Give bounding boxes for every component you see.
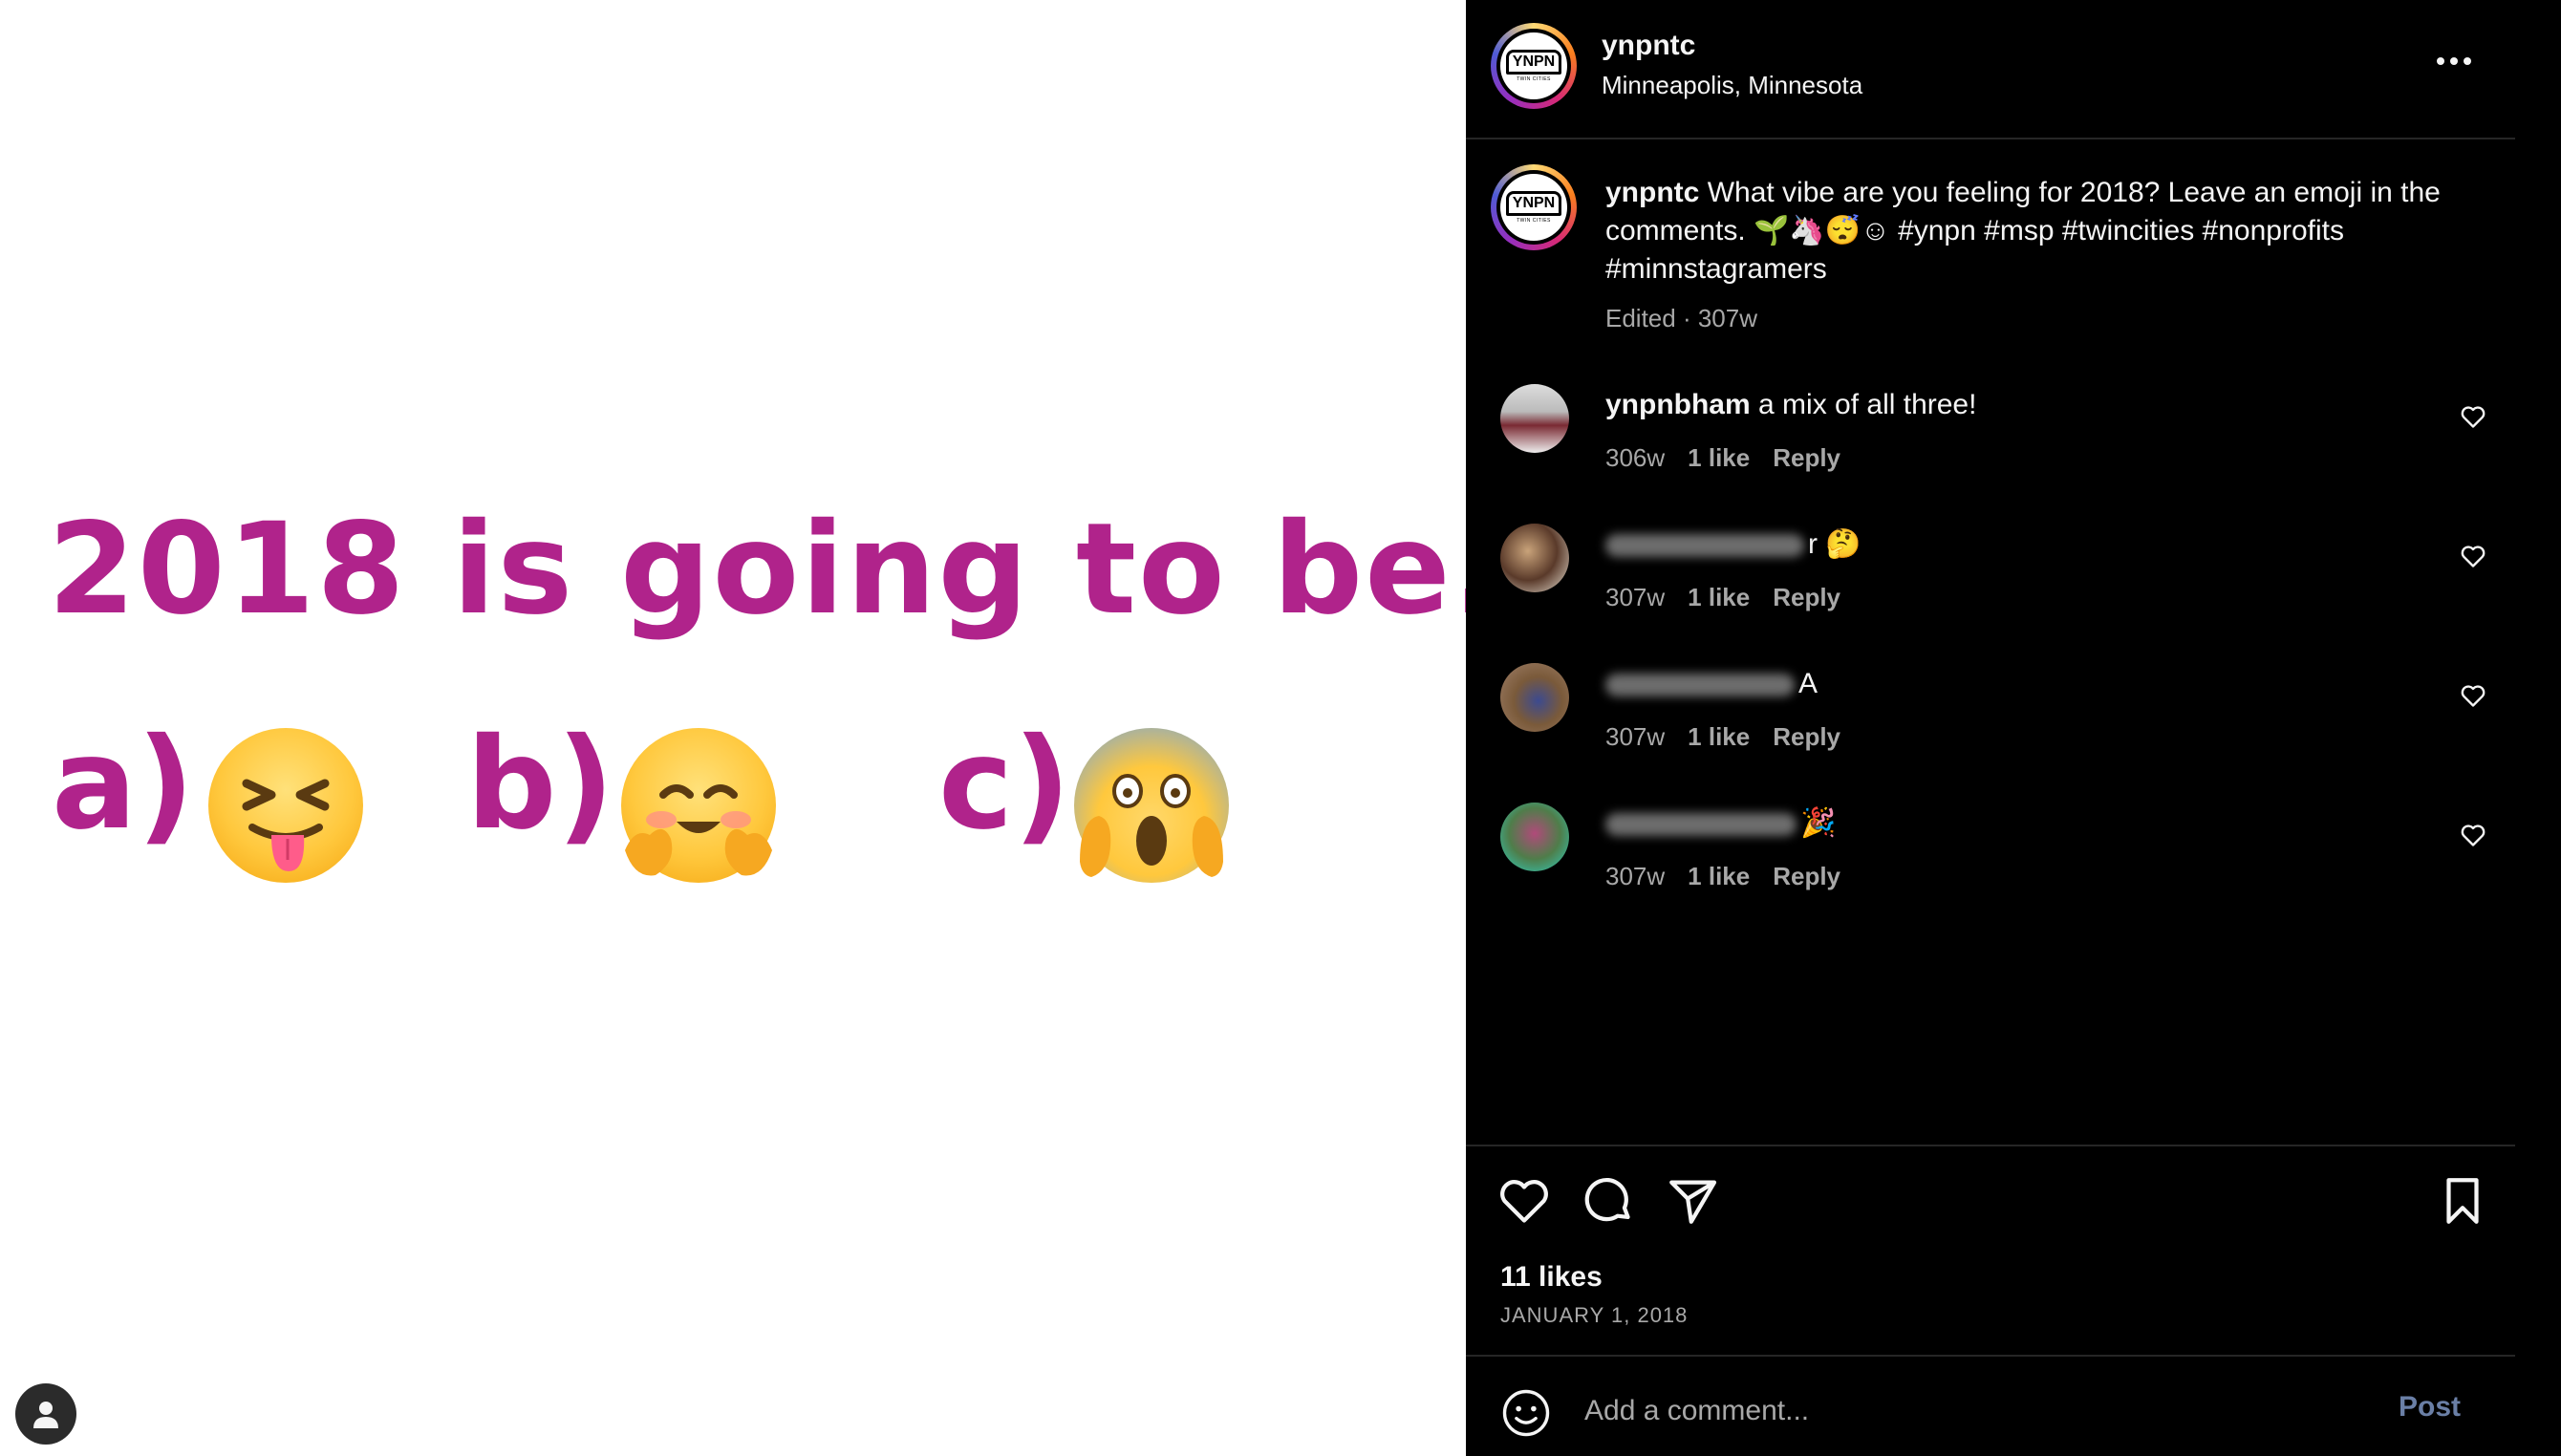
comment-like-heart-icon[interactable] <box>2460 822 2486 848</box>
header-divider <box>1466 138 2515 139</box>
comment-text: A <box>1605 667 1818 701</box>
comment-icon[interactable] <box>1581 1173 1636 1229</box>
blurred-username[interactable] <box>1605 534 1804 558</box>
comment-username[interactable]: ynpnbham <box>1605 389 1751 420</box>
caption-age[interactable]: 307w <box>1698 304 1757 332</box>
screaming-face-icon <box>1074 728 1229 883</box>
profile-icon-button[interactable] <box>15 1383 76 1445</box>
header-avatar[interactable]: YNPN TWIN CITIES <box>1491 23 1577 109</box>
comment-avatar[interactable] <box>1500 663 1569 732</box>
heart-icon[interactable] <box>1496 1173 1552 1229</box>
comment-meta: 306w 1 like Reply <box>1605 443 1841 472</box>
comment-avatar[interactable] <box>1500 803 1569 871</box>
bookmark-icon[interactable] <box>2435 1173 2490 1229</box>
comment-input[interactable] <box>1582 1391 2351 1431</box>
reply-button[interactable]: Reply <box>1773 862 1840 890</box>
comment-like-heart-icon[interactable] <box>2460 682 2486 709</box>
comment-box-divider <box>1466 1355 2515 1357</box>
reply-button[interactable]: Reply <box>1773 583 1840 611</box>
comment-likes[interactable]: 1 like <box>1688 443 1750 472</box>
caption-meta: Edited · 307w <box>1605 304 1757 332</box>
user-icon <box>33 1402 58 1428</box>
likes-count[interactable]: 11 likes <box>1500 1261 1603 1294</box>
smiley-icon[interactable] <box>1500 1387 1552 1439</box>
caption-text: What vibe are you feeling for 2018? Leav… <box>1605 177 2441 285</box>
blurred-username[interactable] <box>1605 674 1795 697</box>
hugging-face-icon <box>621 728 776 883</box>
header-username[interactable]: ynpntc <box>1602 29 1695 63</box>
reply-button[interactable]: Reply <box>1773 722 1840 751</box>
comment-likes[interactable]: 1 like <box>1688 583 1750 611</box>
caption-avatar[interactable]: YNPN TWIN CITIES <box>1491 164 1577 250</box>
send-icon[interactable] <box>1665 1173 1720 1229</box>
comment-avatar[interactable] <box>1500 524 1569 592</box>
header-location[interactable]: Minneapolis, Minnesota <box>1602 71 1862 100</box>
actions-divider <box>1466 1145 2515 1146</box>
post-caption: ynpntc What vibe are you feeling for 201… <box>1605 174 2465 289</box>
comment-meta: 307w 1 like Reply <box>1605 862 1841 890</box>
post-headline: 2018 is going to be... <box>48 496 1466 643</box>
option-b-label: b) <box>466 711 614 858</box>
comment-text: ynpnbham a mix of all three! <box>1605 389 1977 420</box>
more-horizontal-icon[interactable] <box>2435 50 2473 73</box>
ynpn-logo: YNPN TWIN CITIES <box>1500 32 1567 99</box>
post-date: JANUARY 1, 2018 <box>1500 1303 1689 1327</box>
comment-meta: 307w 1 like Reply <box>1605 722 1841 751</box>
option-c-label: c) <box>938 711 1071 858</box>
comment-text: 🎉 <box>1605 806 1836 841</box>
comment-meta: 307w 1 like Reply <box>1605 583 1841 611</box>
caption-username[interactable]: ynpntc <box>1605 177 1699 208</box>
comment-like-heart-icon[interactable] <box>2460 543 2486 569</box>
caption-edited: Edited <box>1605 304 1676 332</box>
option-a-label: a) <box>52 711 195 858</box>
comment-likes[interactable]: 1 like <box>1688 862 1750 890</box>
reply-button[interactable]: Reply <box>1773 443 1840 472</box>
comment-like-heart-icon[interactable] <box>2460 403 2486 430</box>
blurred-username[interactable] <box>1605 813 1797 837</box>
squinting-tongue-face-icon <box>208 728 363 883</box>
ynpn-logo: YNPN TWIN CITIES <box>1500 174 1567 241</box>
post-media[interactable]: 2018 is going to be... a) b) c) <box>0 0 1466 1456</box>
post-comment-button[interactable]: Post <box>2399 1391 2461 1424</box>
comment-text: r 🤔 <box>1605 527 1862 562</box>
comment-avatar[interactable] <box>1500 384 1569 453</box>
comment-likes[interactable]: 1 like <box>1688 722 1750 751</box>
